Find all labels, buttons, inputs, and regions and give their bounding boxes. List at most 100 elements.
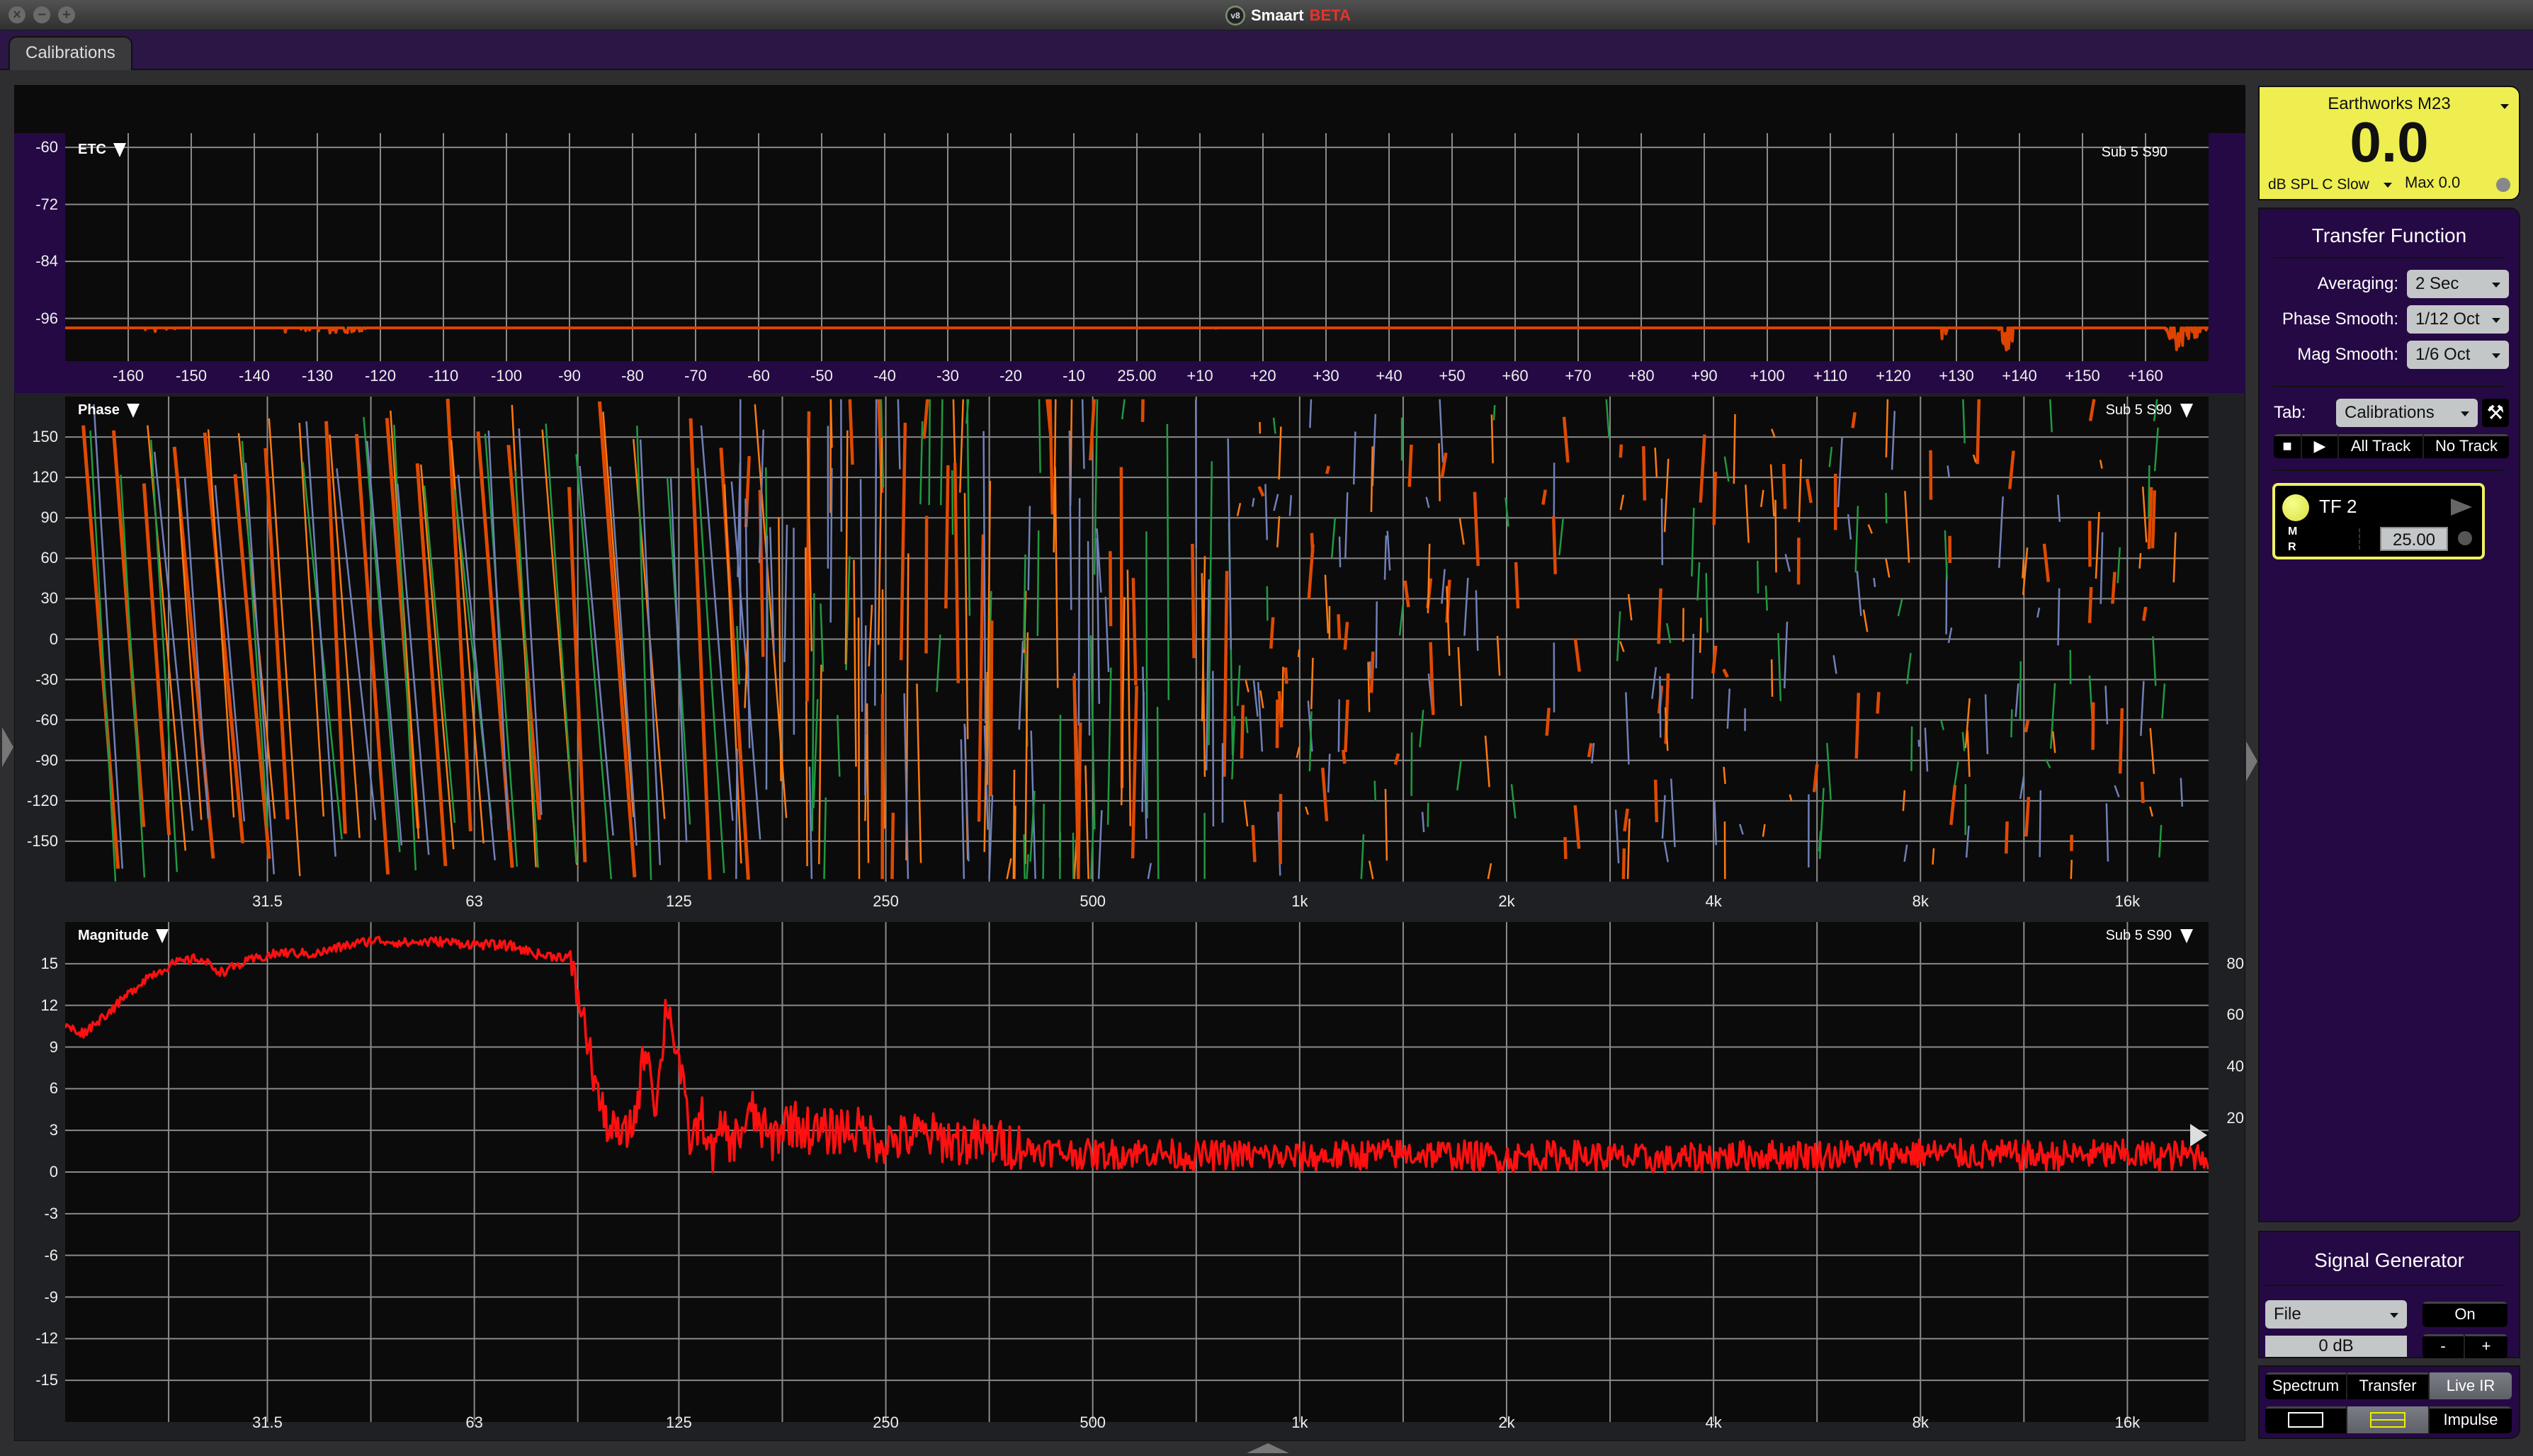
coherence-scale-handle-icon[interactable] <box>2190 1124 2207 1147</box>
phase-trace-segment <box>419 464 455 850</box>
phase-trace-segment <box>120 474 146 878</box>
magnitude-plot[interactable]: Magnitude Sub 5 S90 <box>65 922 2209 1422</box>
phase-x-tick-label: 8k <box>1912 892 1929 910</box>
single-layout-button[interactable] <box>2265 1406 2347 1433</box>
phase-trace-segment <box>2039 790 2042 858</box>
phase-trace-segment <box>1545 707 1551 736</box>
phase-trace-segment <box>966 399 971 616</box>
mode-spectrum-button[interactable]: Spectrum <box>2265 1372 2347 1399</box>
phase-trace-segment <box>1131 578 1138 686</box>
track-r-label[interactable]: R <box>2288 540 2297 555</box>
phase-menu-icon[interactable] <box>126 403 140 418</box>
spl-meter[interactable]: Earthworks M23 0.0 dB SPL C Slow Max 0.0 <box>2258 86 2520 200</box>
phase-trace-segment <box>1266 586 1269 621</box>
phase-trace-segment <box>1026 854 1029 880</box>
signal-generator-panel: Signal Generator File 0 dB On - + <box>2258 1231 2520 1358</box>
phase-trace-segment <box>1496 635 1501 676</box>
magnitude-title-label: Magnitude <box>78 928 149 943</box>
phase-trace-segment <box>1240 705 1245 759</box>
phase-trace-segment <box>897 399 901 470</box>
phase-trace-segment <box>1670 778 1676 848</box>
phase-trace-segment <box>1006 858 1012 880</box>
etc-trace-label: Sub 5 S90 <box>2102 144 2168 161</box>
track-status-dot-icon[interactable] <box>2458 531 2472 545</box>
etc-menu-icon[interactable] <box>113 142 126 157</box>
phase-y-tick-label: -60 <box>35 710 58 729</box>
phase-trace-menu-icon[interactable] <box>2180 403 2193 418</box>
phase-trace-segment <box>1614 809 1620 864</box>
etc-x-tick-label: +130 <box>1939 367 1974 385</box>
phase-trace-label[interactable]: Sub 5 S90 <box>2106 402 2193 419</box>
divider <box>2274 470 2505 471</box>
phase-trace-segment <box>1854 506 1859 573</box>
magnitude-y-tick-label: -6 <box>44 1246 58 1264</box>
track-color-led-icon[interactable] <box>2282 494 2309 521</box>
left-panel-toggle-icon[interactable] <box>2 727 13 767</box>
phase-smooth-dropdown[interactable]: 1/12 Oct <box>2407 305 2509 334</box>
right-panel-toggle-icon[interactable] <box>2246 741 2257 781</box>
phase-trace-segment <box>783 525 788 663</box>
etc-plot-title[interactable]: ETC <box>78 142 126 158</box>
signal-source-dropdown[interactable]: File <box>2265 1300 2407 1329</box>
impulse-button[interactable]: Impulse <box>2430 1406 2512 1433</box>
phase-trace-segment <box>1619 494 1625 511</box>
track-m-label[interactable]: M <box>2288 524 2297 540</box>
magnitude-trace-label[interactable]: Sub 5 S90 <box>2106 928 2193 944</box>
phase-trace-segment <box>1696 562 1701 601</box>
bottom-panel-toggle-icon[interactable] <box>1247 1443 1289 1453</box>
phase-trace-segment <box>1156 707 1160 880</box>
magnitude-x-tick-label: 8k <box>1912 1414 1929 1431</box>
phase-y-tick-label: 150 <box>32 428 58 446</box>
phase-trace-segment <box>2042 543 2051 583</box>
magnitude-plot-title[interactable]: Magnitude <box>78 928 169 944</box>
tools-icon[interactable]: ⚒ <box>2482 399 2509 427</box>
phase-trace-segment <box>1653 780 1659 822</box>
phase-trace-segment <box>989 620 994 797</box>
phase-trace-segment <box>2024 797 2031 837</box>
phase-trace-segment <box>2111 571 2116 604</box>
track-delay-field[interactable]: 25.00 <box>2380 527 2448 551</box>
magnitude-menu-icon[interactable] <box>156 928 169 943</box>
phase-trace-segment <box>1386 530 1391 571</box>
stop-button[interactable]: ■ <box>2274 434 2302 458</box>
meter-mode[interactable]: dB SPL C Slow <box>2268 176 2392 193</box>
mode-transfer-button[interactable]: Transfer <box>2347 1372 2430 1399</box>
no-track-button[interactable]: No Track <box>2424 434 2509 458</box>
tab-calibrations[interactable]: Calibrations <box>8 36 132 70</box>
phase-y-tick-label: -90 <box>35 751 58 769</box>
magnitude-trace-menu-icon[interactable] <box>2180 928 2193 943</box>
etc-plot[interactable]: ETC Sub 5 S90 <box>65 133 2209 361</box>
phase-trace-segment <box>1723 766 1726 785</box>
all-track-button[interactable]: All Track <box>2339 434 2424 458</box>
phase-trace-segment <box>1738 824 1744 835</box>
etc-x-tick-label: +140 <box>2002 367 2037 385</box>
phase-trace-segment <box>602 411 635 817</box>
phase-plot[interactable]: Phase Sub 5 S90 <box>65 397 2209 882</box>
chevron-down-icon <box>2492 353 2500 358</box>
phase-trace-segment <box>1398 605 1404 636</box>
magnitude-y-tick-label: -9 <box>44 1287 58 1306</box>
generator-on-toggle[interactable]: On <box>2422 1302 2508 1327</box>
measurement-track-card[interactable]: TF 2 M R 25.00 <box>2272 483 2485 559</box>
generator-on-button[interactable]: On <box>2422 1302 2508 1327</box>
track-play-icon[interactable] <box>2451 499 2472 516</box>
minimize-button[interactable]: − <box>33 6 50 23</box>
level-increase-button[interactable]: + <box>2465 1334 2508 1358</box>
magnitude-x-tick-label: 63 <box>465 1414 483 1431</box>
meter-input-caret-icon[interactable] <box>2500 104 2509 109</box>
mode-live-ir-button[interactable]: Live IR <box>2430 1372 2512 1399</box>
averaging-dropdown[interactable]: 2 Sec <box>2407 270 2509 298</box>
phase-trace-segment <box>1781 464 1787 509</box>
phase-plot-title[interactable]: Phase <box>78 402 140 419</box>
tab-dropdown[interactable]: Calibrations <box>2336 399 2478 427</box>
level-decrease-button[interactable]: - <box>2422 1334 2465 1358</box>
phase-trace-segment <box>457 474 496 860</box>
split-layout-button[interactable] <box>2347 1406 2430 1433</box>
close-button[interactable]: × <box>8 6 26 23</box>
meter-mode-caret-icon[interactable] <box>2383 182 2392 188</box>
mag-smooth-dropdown[interactable]: 1/6 Oct <box>2407 341 2509 369</box>
play-button[interactable]: ▶ <box>2302 434 2339 458</box>
signal-level-field[interactable]: 0 dB <box>2265 1336 2407 1357</box>
maximize-button[interactable]: + <box>58 6 75 23</box>
phase-trace-segment <box>1699 618 1702 653</box>
